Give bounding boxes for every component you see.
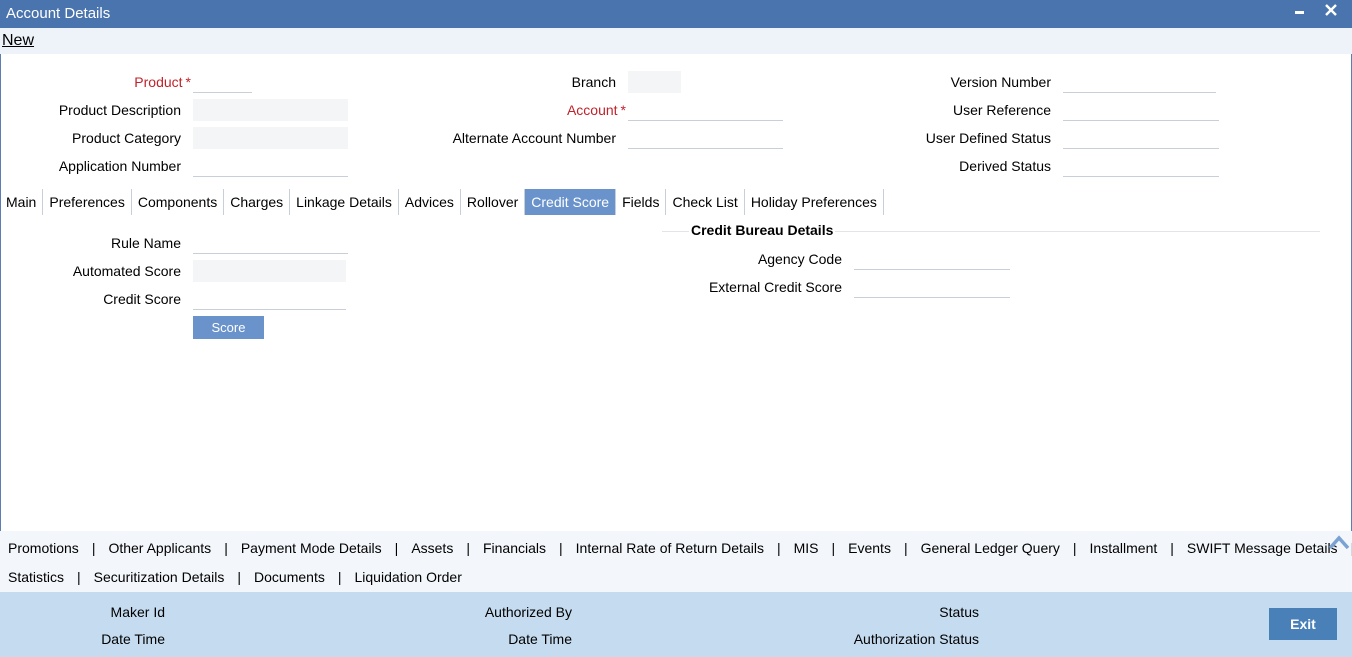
application-number-input[interactable] xyxy=(193,155,348,177)
payment-mode-details-link[interactable]: Payment Mode Details xyxy=(241,540,382,556)
branch-label: Branch xyxy=(571,74,616,90)
close-icon[interactable] xyxy=(1321,3,1341,23)
application-number-label: Application Number xyxy=(58,158,181,174)
product-label: Product * xyxy=(134,74,191,90)
tab-holiday-preferences[interactable]: Holiday Preferences xyxy=(745,189,884,215)
window-title: Account Details xyxy=(6,5,111,22)
other-applicants-link[interactable]: Other Applicants xyxy=(108,540,211,556)
user-reference-label: User Reference xyxy=(952,102,1051,118)
toolbar: New xyxy=(0,28,1352,54)
tab-main[interactable]: Main xyxy=(0,189,44,215)
tab-strip: Main Preferences Components Charges Link… xyxy=(0,189,884,215)
branch-input[interactable] xyxy=(628,71,681,93)
user-defined-status-label: User Defined Status xyxy=(925,130,1051,146)
product-input[interactable] xyxy=(193,71,252,93)
new-link[interactable]: New xyxy=(2,32,34,50)
authorized-by-label: Authorized By xyxy=(484,604,572,620)
credit-score-label: Credit Score xyxy=(103,291,181,307)
external-credit-score-label: External Credit Score xyxy=(708,279,842,295)
alternate-account-number-label: Alternate Account Number xyxy=(452,130,616,146)
tab-advices[interactable]: Advices xyxy=(399,189,461,215)
mis-link[interactable]: MIS xyxy=(794,540,819,556)
external-credit-score-input[interactable] xyxy=(854,276,1010,298)
tab-check-list[interactable]: Check List xyxy=(666,189,745,215)
automated-score-label: Automated Score xyxy=(72,263,181,279)
subsystem-bar: Promotions | Other Applicants | Payment Mo… xyxy=(0,531,1352,592)
user-reference-input[interactable] xyxy=(1063,99,1219,121)
general-ledger-query-link[interactable]: General Ledger Query xyxy=(921,540,1060,556)
tab-linkage-details[interactable]: Linkage Details xyxy=(290,189,399,215)
tab-credit-score[interactable]: Credit Score xyxy=(525,189,617,215)
securitization-details-link[interactable]: Securitization Details xyxy=(94,569,225,585)
tab-preferences[interactable]: Preferences xyxy=(43,189,132,215)
statistics-link[interactable]: Statistics xyxy=(8,569,64,585)
audit-footer: Maker Id Date Time Authorized By Date Ti… xyxy=(0,592,1352,657)
automated-score-input[interactable] xyxy=(193,260,346,282)
derived-status-input[interactable] xyxy=(1063,155,1219,177)
account-label: Account * xyxy=(566,102,626,118)
product-description-input[interactable] xyxy=(193,99,348,121)
minimize-icon[interactable] xyxy=(1290,3,1310,23)
chevron-up-icon[interactable] xyxy=(1326,531,1352,553)
tab-components[interactable]: Components xyxy=(132,189,225,215)
rule-name-label: Rule Name xyxy=(110,235,181,251)
internal-rate-of-return-details-link[interactable]: Internal Rate of Return Details xyxy=(576,540,764,556)
version-number-input[interactable] xyxy=(1063,71,1216,93)
credit-bureau-title: Credit Bureau Details xyxy=(689,222,836,238)
subsystem-row-2: Statistics | Securitization Details | Docu… xyxy=(8,569,462,585)
product-description-label: Product Description xyxy=(58,102,181,118)
derived-status-label: Derived Status xyxy=(959,158,1051,174)
user-defined-status-input[interactable] xyxy=(1063,127,1219,149)
assets-link[interactable]: Assets xyxy=(411,540,453,556)
rule-name-input[interactable] xyxy=(193,232,348,254)
account-input[interactable] xyxy=(628,99,783,121)
maker-id-label: Maker Id xyxy=(110,604,165,620)
version-number-label: Version Number xyxy=(950,74,1051,90)
tab-rollover[interactable]: Rollover xyxy=(461,189,526,215)
swift-message-details-link[interactable]: SWIFT Message Details xyxy=(1187,540,1338,556)
maker-date-time-label: Date Time xyxy=(101,631,165,647)
installment-link[interactable]: Installment xyxy=(1090,540,1158,556)
events-link[interactable]: Events xyxy=(848,540,891,556)
agency-code-input[interactable] xyxy=(854,248,1010,270)
product-category-input[interactable] xyxy=(193,127,348,149)
liquidation-order-link[interactable]: Liquidation Order xyxy=(354,569,461,585)
status-label: Status xyxy=(939,604,979,620)
checker-date-time-label: Date Time xyxy=(508,631,572,647)
subsystem-row-1: Promotions | Other Applicants | Payment Mo… xyxy=(8,540,1352,556)
product-category-label: Product Category xyxy=(72,130,181,146)
agency-code-label: Agency Code xyxy=(757,251,842,267)
exit-button[interactable]: Exit xyxy=(1269,608,1337,640)
tab-fields[interactable]: Fields xyxy=(616,189,667,215)
financials-link[interactable]: Financials xyxy=(483,540,546,556)
documents-link[interactable]: Documents xyxy=(254,569,325,585)
tab-charges[interactable]: Charges xyxy=(224,189,291,215)
authorization-status-label: Authorization Status xyxy=(853,631,979,647)
promotions-link[interactable]: Promotions xyxy=(8,540,79,556)
title-bar: Account Details xyxy=(0,0,1352,28)
alternate-account-number-input[interactable] xyxy=(628,127,783,149)
score-button[interactable]: Score xyxy=(193,316,264,339)
credit-score-input[interactable] xyxy=(193,288,346,310)
